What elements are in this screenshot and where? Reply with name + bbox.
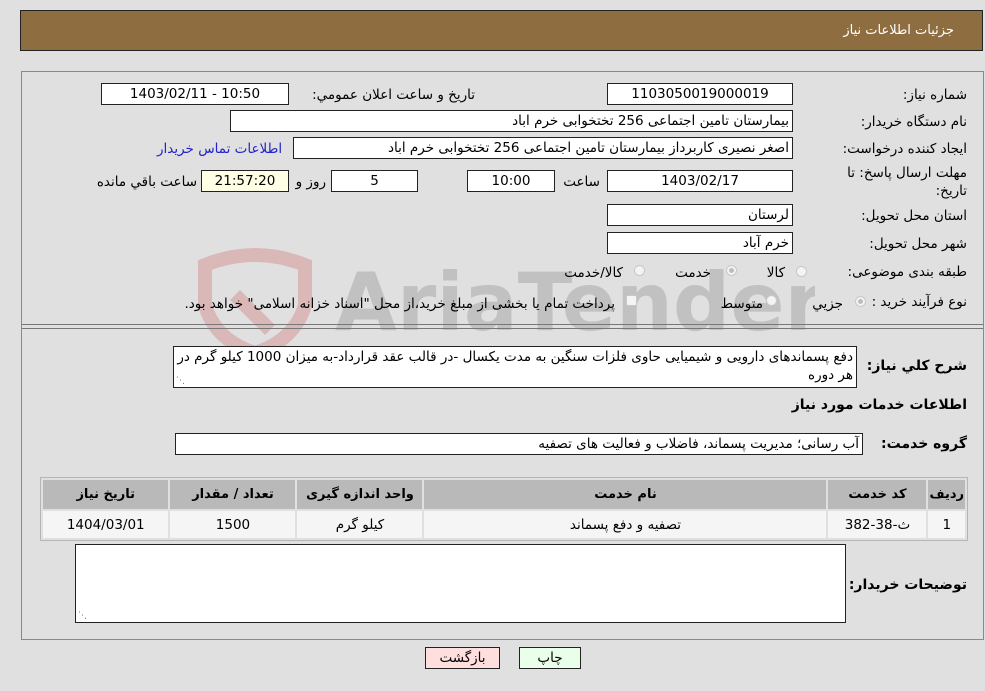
purchase-type-label: نوع فرآیند خرید :	[871, 294, 967, 310]
services-section-title: اطلاعات خدمات مورد نیاز	[791, 397, 967, 413]
cell-row-number: 1	[928, 511, 965, 538]
purchase-option-medium: متوسط	[720, 296, 763, 312]
cell-service-name: تصفیه و دفع پسماند	[424, 511, 827, 538]
need-number-label: شماره نیاز:	[902, 87, 967, 103]
announce-datetime-label: تاریخ و ساعت اعلان عمومي:	[312, 87, 475, 103]
treasury-checkbox[interactable]	[626, 295, 637, 306]
col-header-quantity: تعداد / مقدار	[170, 480, 296, 509]
category-radio-goods-service[interactable]	[634, 265, 645, 276]
buyer-contact-link[interactable]: اطلاعات تماس خریدار	[157, 141, 282, 157]
city-field: خرم آباد	[607, 232, 793, 254]
service-group-field: آب رسانی؛ مدیریت پسماند، فاضلاب و فعالیت…	[175, 433, 863, 455]
cell-unit: کیلو گرم	[297, 511, 423, 538]
page-title: جزئیات اطلاعات نیاز	[843, 23, 954, 38]
category-radio-service[interactable]	[726, 265, 737, 276]
col-header-unit: واحد اندازه گیری	[297, 480, 423, 509]
remaining-time-label: ساعت باقي مانده	[96, 174, 197, 190]
description-textarea[interactable]: دفع پسماندهای دارویی و شیمیایی حاوی فلزا…	[173, 346, 857, 388]
page-header: جزئیات اطلاعات نیاز	[20, 10, 983, 51]
days-label: روز و	[295, 174, 326, 190]
table-row: 1 ث-38-382 تصفیه و دفع پسماند کیلو گرم 1…	[43, 511, 965, 538]
col-header-row-number: ردیف	[928, 480, 965, 509]
city-label: شهر محل تحویل:	[869, 236, 967, 252]
print-button[interactable]: چاپ	[519, 647, 581, 669]
treasury-note: پرداخت تمام یا بخشی از مبلغ خرید،از محل …	[184, 296, 615, 312]
purchase-radio-minor[interactable]	[855, 296, 866, 307]
divider	[22, 324, 983, 325]
requester-label: ایجاد کننده درخواست:	[842, 141, 967, 157]
requester-field: اصغر نصیری کاربرداز بیمارستان تامین اجتم…	[293, 137, 793, 159]
category-label: طبقه بندی موضوعی:	[847, 264, 967, 280]
col-header-need-date: تاریخ نیاز	[43, 480, 169, 509]
table-header-row: ردیف کد خدمت نام خدمت واحد اندازه گیری ت…	[43, 480, 965, 509]
services-table: ردیف کد خدمت نام خدمت واحد اندازه گیری ت…	[40, 477, 968, 541]
cell-quantity: 1500	[170, 511, 296, 538]
deadline-time-label: ساعت	[563, 174, 600, 190]
need-number-field: 1103050019000019	[607, 83, 793, 105]
resize-grip-icon[interactable]: ⋰	[78, 612, 87, 621]
col-header-service-name: نام خدمت	[424, 480, 827, 509]
deadline-date-field: 1403/02/17	[607, 170, 793, 192]
back-button[interactable]: بازگشت	[425, 647, 500, 669]
buyer-notes-textarea[interactable]: ⋰	[75, 544, 846, 623]
province-field: لرستان	[607, 204, 793, 226]
deadline-time-field: 10:00	[467, 170, 555, 192]
province-label: استان محل تحویل:	[861, 208, 967, 224]
announce-datetime-field: 1403/02/11 - 10:50	[101, 83, 289, 105]
description-label: شرح كلي نياز:	[866, 358, 967, 374]
divider	[22, 328, 983, 329]
service-group-label: گروه خدمت:	[881, 436, 967, 452]
category-option-goods-service: کالا/خدمت	[564, 265, 623, 281]
col-header-service-code: کد خدمت	[828, 480, 927, 509]
category-radio-goods[interactable]	[796, 266, 807, 277]
buyer-org-field: بیمارستان تامین اجتماعی 256 تختخوابی خرم…	[230, 110, 793, 132]
buyer-notes-label: توضیحات خریدار:	[848, 577, 967, 593]
cell-service-code: ث-38-382	[828, 511, 927, 538]
remaining-time-field: 21:57:20	[201, 170, 289, 192]
purchase-radio-medium[interactable]	[766, 295, 777, 306]
deadline-label: مهلت ارسال پاسخ: تا تاریخ:	[847, 165, 967, 199]
category-option-service: خدمت	[675, 265, 711, 281]
purchase-option-minor: جزيي	[812, 296, 843, 312]
description-text: دفع پسماندهای دارویی و شیمیایی حاوی فلزا…	[177, 349, 853, 383]
category-option-goods: کالا	[766, 265, 785, 281]
buyer-org-label: نام دستگاه خریدار:	[860, 114, 967, 130]
cell-need-date: 1404/03/01	[43, 511, 169, 538]
resize-grip-icon[interactable]: ⋰	[176, 377, 185, 386]
remaining-days-field: 5	[331, 170, 418, 192]
